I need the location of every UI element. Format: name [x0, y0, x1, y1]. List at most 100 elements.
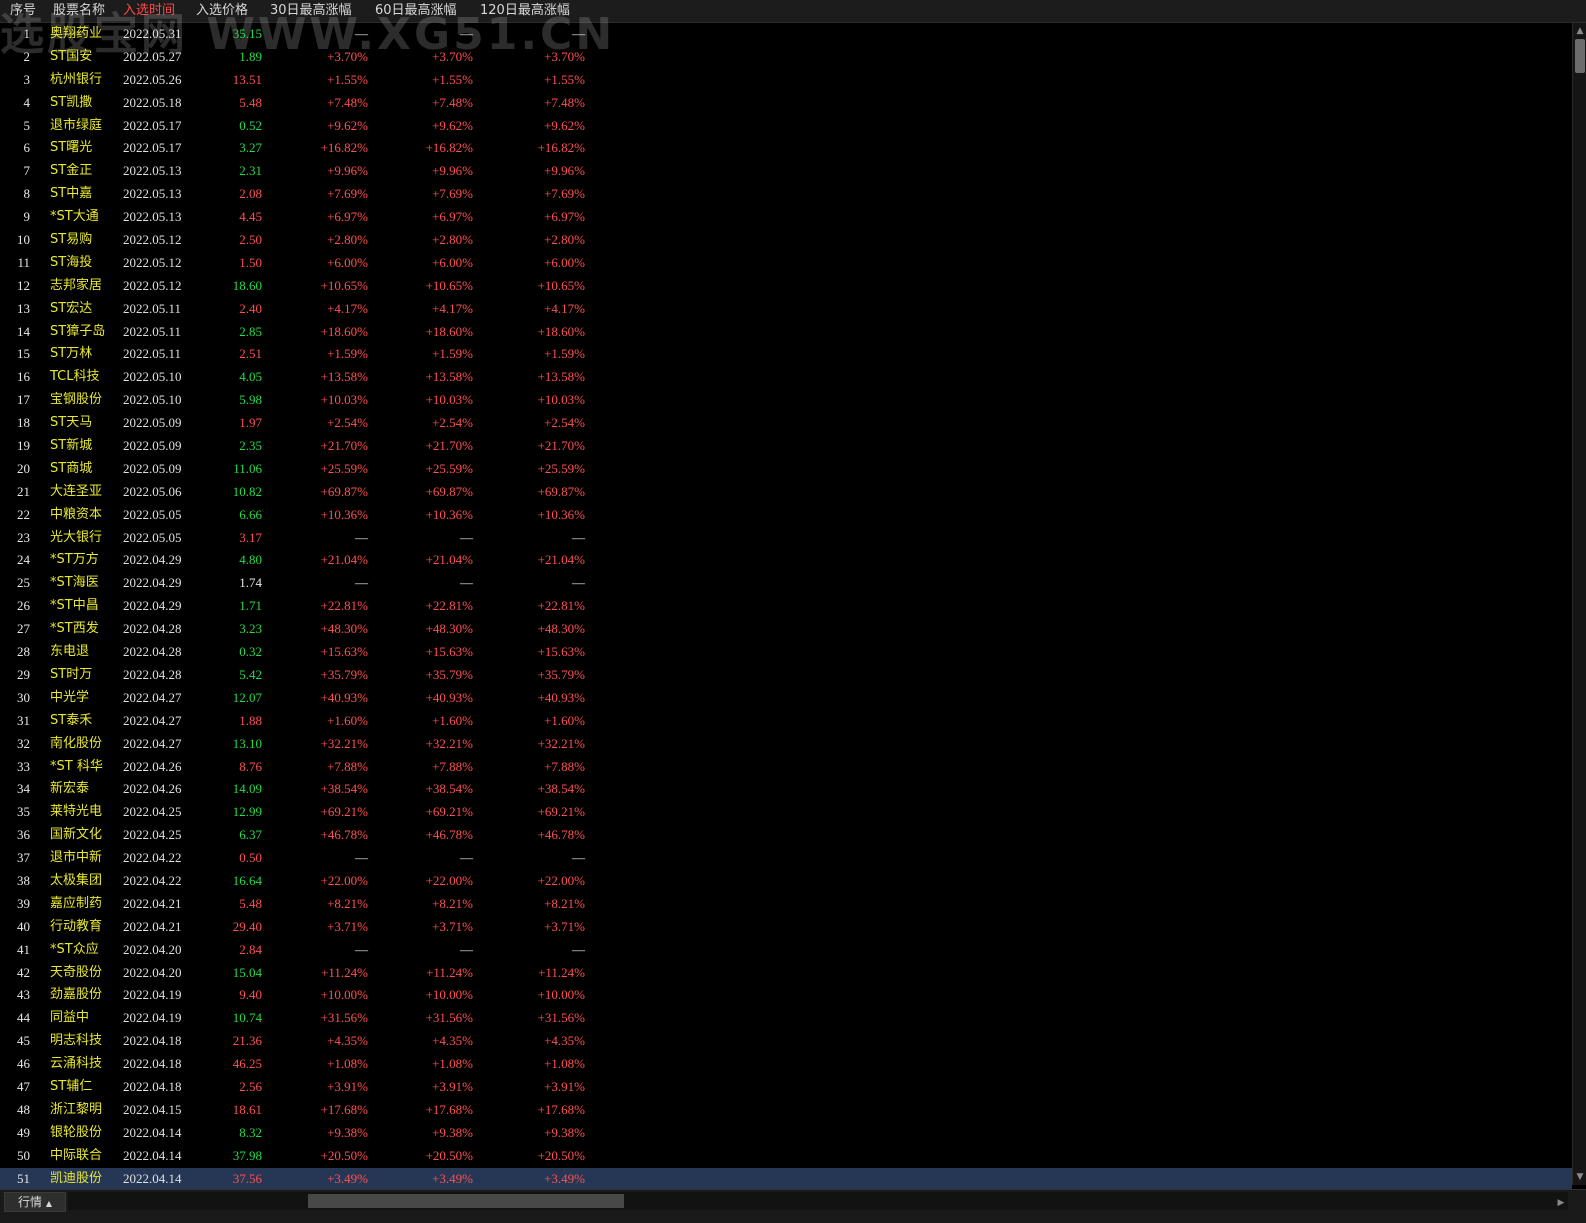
header-stock-name[interactable]: 股票名称 — [53, 0, 105, 22]
row-gain-120d: +13.58% — [537, 369, 585, 385]
row-gain-120d: +8.21% — [544, 895, 585, 911]
table-row[interactable]: 17 宝钢股份 2022.05.10 5.98 +10.03% +10.03% +10.03… — [0, 389, 1572, 412]
table-row[interactable]: 49 银轮股份 2022.04.14 8.32 +9.38% +9.38% +9.38% — [0, 1122, 1572, 1145]
row-stock-name: 同益中 — [50, 1010, 90, 1026]
row-stock-name: ST天马 — [50, 415, 93, 431]
table-row[interactable]: 2 ST国安 2022.05.27 1.89 +3.70% +3.70% +3.70% — [0, 46, 1572, 69]
table-row[interactable]: 39 嘉应制药 2022.04.21 5.48 +8.21% +8.21% +8.21% — [0, 893, 1572, 916]
row-stock-name: 杭州银行 — [50, 71, 103, 87]
row-seq: 26 — [17, 598, 30, 614]
table-row[interactable]: 3 杭州银行 2022.05.26 13.51 +1.55% +1.55% +1.55% — [0, 69, 1572, 92]
row-select-price: 18.60 — [232, 277, 262, 293]
table-row[interactable]: 14 ST獐子岛 2022.05.11 2.85 +18.60% +18.60% +18.6… — [0, 321, 1572, 344]
table-row[interactable]: 30 中光学 2022.04.27 12.07 +40.93% +40.93% +40.93… — [0, 687, 1572, 710]
table-row[interactable]: 23 光大银行 2022.05.05 3.17 — — — — [0, 527, 1572, 550]
table-row[interactable]: 33 *ST 科华 2022.04.26 8.76 +7.88% +7.88% +7.88% — [0, 756, 1572, 779]
table-row[interactable]: 9 *ST大通 2022.05.13 4.45 +6.97% +6.97% +6.97% — [0, 206, 1572, 229]
table-row[interactable]: 27 *ST西发 2022.04.28 3.23 +48.30% +48.30% +48.3… — [0, 618, 1572, 641]
row-seq: 29 — [17, 666, 30, 682]
table-row[interactable]: 46 云涌科技 2022.04.18 46.25 +1.08% +1.08% +1.08% — [0, 1053, 1572, 1076]
row-gain-30d: +10.00% — [320, 987, 368, 1003]
table-row[interactable]: 37 退市中新 2022.04.22 0.50 — — — — [0, 847, 1572, 870]
table-row[interactable]: 42 天奇股份 2022.04.20 15.04 +11.24% +11.24% +11.2… — [0, 962, 1572, 985]
table-row[interactable]: 8 ST中嘉 2022.05.13 2.08 +7.69% +7.69% +7.69% — [0, 183, 1572, 206]
row-gain-60d: +7.88% — [432, 758, 473, 774]
table-row[interactable]: 48 浙江黎明 2022.04.15 18.61 +17.68% +17.68% +17.6… — [0, 1099, 1572, 1122]
table-row[interactable]: 44 同益中 2022.04.19 10.74 +31.56% +31.56% +31.56… — [0, 1007, 1572, 1030]
vertical-scrollbar[interactable]: ▲ ▼ — [1572, 23, 1586, 1185]
table-row[interactable]: 1 奥翔药业 2022.05.31 35.15 — — — — [0, 23, 1572, 46]
table-row[interactable]: 4 ST凯撒 2022.05.18 5.48 +7.48% +7.48% +7.48% — [0, 92, 1572, 115]
table-row[interactable]: 12 志邦家居 2022.05.12 18.60 +10.65% +10.65% +10.6… — [0, 275, 1572, 298]
table-row[interactable]: 47 ST辅仁 2022.04.18 2.56 +3.91% +3.91% +3.91% — [0, 1076, 1572, 1099]
table-row[interactable]: 5 退市绿庭 2022.05.17 0.52 +9.62% +9.62% +9.62% — [0, 115, 1572, 138]
row-gain-30d: +2.54% — [327, 415, 368, 431]
header-select-time[interactable]: 入选时间 — [123, 0, 175, 22]
table-row[interactable]: 28 东电退 2022.04.28 0.32 +15.63% +15.63% +15.63% — [0, 641, 1572, 664]
row-stock-name: *ST众应 — [50, 941, 99, 957]
row-select-price: 4.05 — [239, 369, 262, 385]
horizontal-scroll-thumb[interactable] — [308, 1194, 624, 1208]
table-row[interactable]: 32 南化股份 2022.04.27 13.10 +32.21% +32.21% +32.2… — [0, 733, 1572, 756]
header-gain-30d[interactable]: 30日最高涨幅 — [270, 0, 352, 22]
row-seq: 33 — [17, 758, 30, 774]
row-gain-60d: +10.36% — [425, 506, 473, 522]
table-row[interactable]: 43 劲嘉股份 2022.04.19 9.40 +10.00% +10.00% +10.00… — [0, 984, 1572, 1007]
tab-market[interactable]: 行情 ▲ — [4, 1192, 66, 1212]
row-seq: 1 — [23, 26, 31, 41]
row-select-price: 4.80 — [239, 552, 262, 568]
table-row[interactable]: 35 莱特光电 2022.04.25 12.99 +69.21% +69.21% +69.2… — [0, 801, 1572, 824]
row-gain-30d: +1.60% — [327, 712, 368, 728]
header-gain-60d[interactable]: 60日最高涨幅 — [375, 0, 457, 22]
table-row[interactable]: 25 *ST海医 2022.04.29 1.74 — — — — [0, 572, 1572, 595]
table-row[interactable]: 21 大连圣亚 2022.05.06 10.82 +69.87% +69.87% +69.8… — [0, 481, 1572, 504]
table-row[interactable]: 51 凯迪股份 2022.04.14 37.56 +3.49% +3.49% +3.49% — [0, 1167, 1572, 1191]
table-row[interactable]: 6 ST曙光 2022.05.17 3.27 +16.82% +16.82% +16.82% — [0, 137, 1572, 160]
table-row[interactable]: 18 ST天马 2022.05.09 1.97 +2.54% +2.54% +2.54% — [0, 412, 1572, 435]
table-row[interactable]: 7 ST金正 2022.05.13 2.31 +9.96% +9.96% +9.96% — [0, 160, 1572, 183]
header-seq[interactable]: 序号 — [10, 0, 36, 22]
vertical-scroll-thumb[interactable] — [1575, 39, 1585, 73]
row-gain-60d: +21.04% — [425, 552, 473, 568]
row-gain-60d: +15.63% — [425, 644, 473, 660]
horizontal-scrollbar[interactable]: ▶ — [68, 1192, 1568, 1210]
row-gain-30d: +9.38% — [327, 1124, 368, 1140]
row-gain-120d: +7.88% — [544, 758, 585, 774]
row-stock-name: ST万林 — [50, 346, 93, 362]
table-row[interactable]: 31 ST泰禾 2022.04.27 1.88 +1.60% +1.60% +1.60% — [0, 710, 1572, 733]
scroll-up-icon[interactable]: ▲ — [1575, 25, 1585, 37]
row-gain-30d: +2.80% — [327, 232, 368, 248]
row-select-price: 13.51 — [232, 71, 262, 87]
table-row[interactable]: 20 ST商城 2022.05.09 11.06 +25.59% +25.59% +25.5… — [0, 458, 1572, 481]
table-row[interactable]: 16 TCL科技 2022.05.10 4.05 +13.58% +13.58% +13.5… — [0, 366, 1572, 389]
table-row[interactable]: 19 ST新城 2022.05.09 2.35 +21.70% +21.70% +21.70… — [0, 435, 1572, 458]
row-gain-30d: +10.03% — [320, 392, 368, 408]
row-select-price: 11.06 — [233, 460, 262, 476]
row-gain-60d: +31.56% — [425, 1010, 473, 1026]
table-row[interactable]: 26 *ST中昌 2022.04.29 1.71 +22.81% +22.81% +22.8… — [0, 595, 1572, 618]
header-select-price[interactable]: 入选价格 — [196, 0, 248, 22]
table-row[interactable]: 15 ST万林 2022.05.11 2.51 +1.59% +1.59% +1.59% — [0, 343, 1572, 366]
table-row[interactable]: 34 新宏泰 2022.04.26 14.09 +38.54% +38.54% +38.54… — [0, 778, 1572, 801]
table-row[interactable]: 29 ST时万 2022.04.28 5.42 +35.79% +35.79% +35.79… — [0, 664, 1572, 687]
table-row[interactable]: 10 ST易购 2022.05.12 2.50 +2.80% +2.80% +2.80% — [0, 229, 1572, 252]
scroll-down-icon[interactable]: ▼ — [1575, 1171, 1585, 1183]
row-seq: 30 — [17, 689, 30, 705]
table-row[interactable]: 40 行动教育 2022.04.21 29.40 +3.71% +3.71% +3.71% — [0, 916, 1572, 939]
table-row[interactable]: 38 太极集团 2022.04.22 16.64 +22.00% +22.00% +22.0… — [0, 870, 1572, 893]
scroll-right-icon[interactable]: ▶ — [1554, 1194, 1568, 1212]
row-select-time: 2022.04.27 — [123, 689, 182, 705]
header-gain-120d[interactable]: 120日最高涨幅 — [480, 0, 570, 22]
table-row[interactable]: 50 中际联合 2022.04.14 37.98 +20.50% +20.50% +20.5… — [0, 1145, 1572, 1168]
row-seq: 2 — [23, 48, 31, 64]
row-gain-60d: +8.21% — [432, 895, 473, 911]
table-row[interactable]: 11 ST海投 2022.05.12 1.50 +6.00% +6.00% +6.00% — [0, 252, 1572, 275]
row-gain-30d: +1.55% — [327, 71, 368, 87]
table-row[interactable]: 22 中粮资本 2022.05.05 6.66 +10.36% +10.36% +10.36… — [0, 504, 1572, 527]
table-row[interactable]: 24 *ST万方 2022.04.29 4.80 +21.04% +21.04% +21.0… — [0, 549, 1572, 572]
table-row[interactable]: 41 *ST众应 2022.04.20 2.84 — — — — [0, 939, 1572, 962]
table-row[interactable]: 36 国新文化 2022.04.25 6.37 +46.78% +46.78% +46.78… — [0, 824, 1572, 847]
table-row[interactable]: 45 明志科技 2022.04.18 21.36 +4.35% +4.35% +4.35% — [0, 1030, 1572, 1053]
table-row[interactable]: 13 ST宏达 2022.05.11 2.40 +4.17% +4.17% +4.17% — [0, 298, 1572, 321]
row-select-price: 14.09 — [232, 781, 262, 797]
